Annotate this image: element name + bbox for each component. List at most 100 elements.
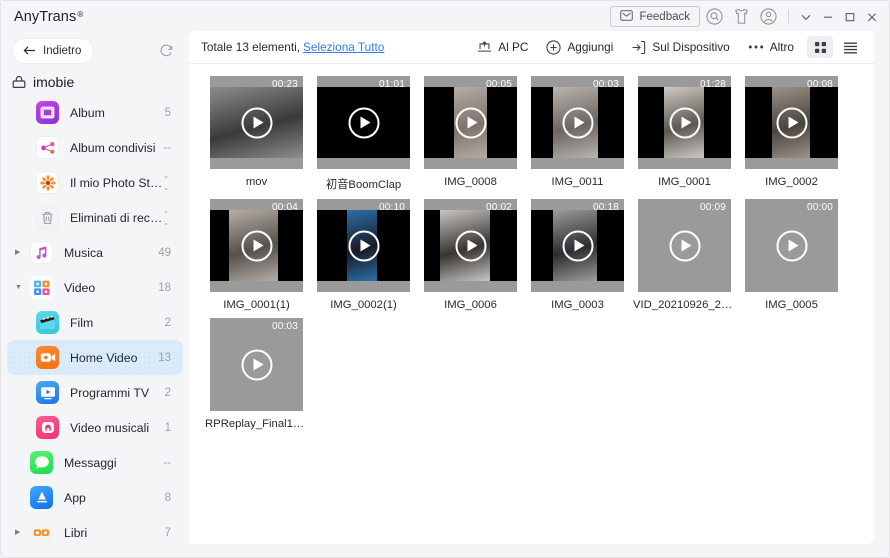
play-icon[interactable] (669, 107, 700, 138)
sidebar-item-label: Video musicali (70, 420, 150, 435)
envelope-icon (620, 9, 634, 24)
maximize-icon[interactable] (840, 6, 860, 28)
sidebar-item-messaggi[interactable]: Messaggi -- (7, 445, 183, 480)
play-icon[interactable] (455, 230, 486, 261)
search-icon[interactable] (702, 4, 727, 29)
play-icon[interactable] (562, 107, 593, 138)
select-all-link[interactable]: Seleziona Tutto (303, 40, 384, 54)
video-thumbnail[interactable]: 01:28 (638, 76, 731, 169)
sidebar-item-label: Album (70, 105, 105, 120)
sidebar-item-count: 13 (158, 351, 171, 364)
sidebar-item-album[interactable]: Album 5 (7, 95, 183, 130)
to-pc-label: Al PC (498, 40, 529, 54)
duration-badge: 00:03 (271, 321, 298, 332)
video-name: mov (245, 176, 268, 188)
play-icon[interactable] (241, 230, 272, 261)
app-name: AnyTrans (14, 8, 77, 25)
play-icon[interactable] (348, 107, 379, 138)
video-item[interactable]: 00:04 IMG_0001(1) (203, 199, 310, 311)
play-icon[interactable] (241, 349, 272, 380)
sidebar-item-app[interactable]: App 8 (7, 480, 183, 515)
chevron-right-icon[interactable]: ▶ (15, 529, 23, 536)
play-icon[interactable] (776, 107, 807, 138)
video-item[interactable]: 00:23 mov (203, 76, 310, 192)
grid-view-icon[interactable] (807, 36, 833, 58)
play-icon[interactable] (348, 230, 379, 261)
video-thumbnail[interactable]: 00:05 (424, 76, 517, 169)
video-name: IMG_0001(1) (223, 299, 290, 311)
video-item[interactable]: 00:09 VID_20210926_2031... (631, 199, 738, 311)
video-item[interactable]: 00:00 IMG_0005 (738, 199, 845, 311)
chevron-down-icon[interactable]: ▼ (15, 284, 23, 291)
play-icon[interactable] (241, 107, 272, 138)
duration-badge: 01:28 (699, 79, 726, 90)
play-icon[interactable] (455, 107, 486, 138)
video-thumbnail[interactable]: 00:02 (424, 199, 517, 292)
arrow-left-icon (23, 46, 35, 55)
duration-badge: 00:23 (271, 79, 298, 90)
sidebar-item-programmi-tv[interactable]: Programmi TV 2 (7, 375, 183, 410)
add-button[interactable]: Aggiungi (537, 35, 622, 59)
video-thumbnail[interactable]: 00:00 (745, 199, 838, 292)
more-button[interactable]: Altro (739, 35, 803, 59)
video-item[interactable]: 00:10 IMG_0002(1) (310, 199, 417, 311)
video-thumbnail[interactable]: 00:10 (317, 199, 410, 292)
video-item[interactable]: 00:03 RPReplay_Final163... (203, 318, 310, 430)
trash-icon (36, 206, 59, 229)
list-view-icon[interactable] (837, 36, 863, 58)
sidebar-item-count: -- (164, 205, 168, 230)
app-logo: AnyTrans ® (14, 9, 83, 25)
video-thumbnail[interactable]: 00:18 (531, 199, 624, 292)
minimize-icon[interactable] (818, 6, 838, 28)
back-button[interactable]: Indietro (13, 38, 94, 63)
video-thumbnail[interactable]: 00:09 (638, 199, 731, 292)
sidebar-item-libri[interactable]: ▶ Libri 7 (7, 515, 183, 550)
video-thumbnail[interactable]: 01:01 (317, 76, 410, 169)
divider (788, 10, 789, 23)
video-item[interactable]: 01:28 IMG_0001 (631, 76, 738, 192)
sidebar-item-film[interactable]: Film 2 (7, 305, 183, 340)
sidebar-item-video-musicali[interactable]: Video musicali 1 (7, 410, 183, 445)
sidebar-item-home-video[interactable]: Home Video 13 (7, 340, 183, 375)
video-item[interactable]: 00:08 IMG_0002 (738, 76, 845, 192)
video-thumbnail[interactable]: 00:03 (531, 76, 624, 169)
video-thumbnail[interactable]: 00:04 (210, 199, 303, 292)
chevron-down-icon[interactable] (796, 6, 816, 28)
play-icon[interactable] (669, 230, 700, 261)
video-item[interactable]: 00:03 IMG_0011 (524, 76, 631, 192)
to-pc-button[interactable]: Al PC (468, 35, 537, 59)
sidebar-item-count: 1 (164, 421, 171, 434)
duration-badge: 01:01 (378, 79, 405, 90)
music-icon (30, 241, 53, 264)
play-icon[interactable] (776, 230, 807, 261)
refresh-icon[interactable] (155, 40, 177, 62)
sidebar-item-count: -- (163, 141, 171, 154)
sidebar-item-il-mio-photo-stream[interactable]: Il mio Photo Stream-- (7, 165, 183, 200)
video-item[interactable]: 00:05 IMG_0008 (417, 76, 524, 192)
video-thumbnail[interactable]: 00:08 (745, 76, 838, 169)
chevron-right-icon[interactable]: ▶ (15, 249, 23, 256)
play-icon[interactable] (562, 230, 593, 261)
duration-badge: 00:10 (378, 202, 405, 213)
messages-icon (30, 451, 53, 474)
sidebar-item-label: Video (64, 280, 96, 295)
account-icon[interactable] (756, 4, 781, 29)
close-icon[interactable] (862, 6, 882, 28)
sidebar-item-musica[interactable]: ▶ Musica 49 (7, 235, 183, 270)
sidebar-item-video[interactable]: ▼ Video 18 (7, 270, 183, 305)
sidebar-item-label: Musica (64, 245, 103, 260)
feedback-button[interactable]: Feedback (610, 6, 700, 27)
sidebar-item-eliminati-di-recente[interactable]: Eliminati di recente -- (7, 200, 183, 235)
video-thumbnail[interactable]: 00:23 (210, 76, 303, 169)
video-item[interactable]: 00:02 IMG_0006 (417, 199, 524, 311)
sidebar-item-album-condivisi[interactable]: Album condivisi -- (7, 130, 183, 165)
t-shirt-icon[interactable] (729, 4, 754, 29)
feedback-label: Feedback (639, 10, 690, 23)
video-item[interactable]: 00:18 IMG_0003 (524, 199, 631, 311)
sidebar-item-count: 18 (158, 281, 171, 294)
title-bar: AnyTrans ® Feedback (1, 1, 889, 32)
device-header[interactable]: imobie (1, 69, 189, 94)
to-device-button[interactable]: Sul Dispositivo (622, 35, 738, 59)
video-thumbnail[interactable]: 00:03 (210, 318, 303, 411)
video-item[interactable]: 01:01 初音BoomClap (310, 76, 417, 192)
